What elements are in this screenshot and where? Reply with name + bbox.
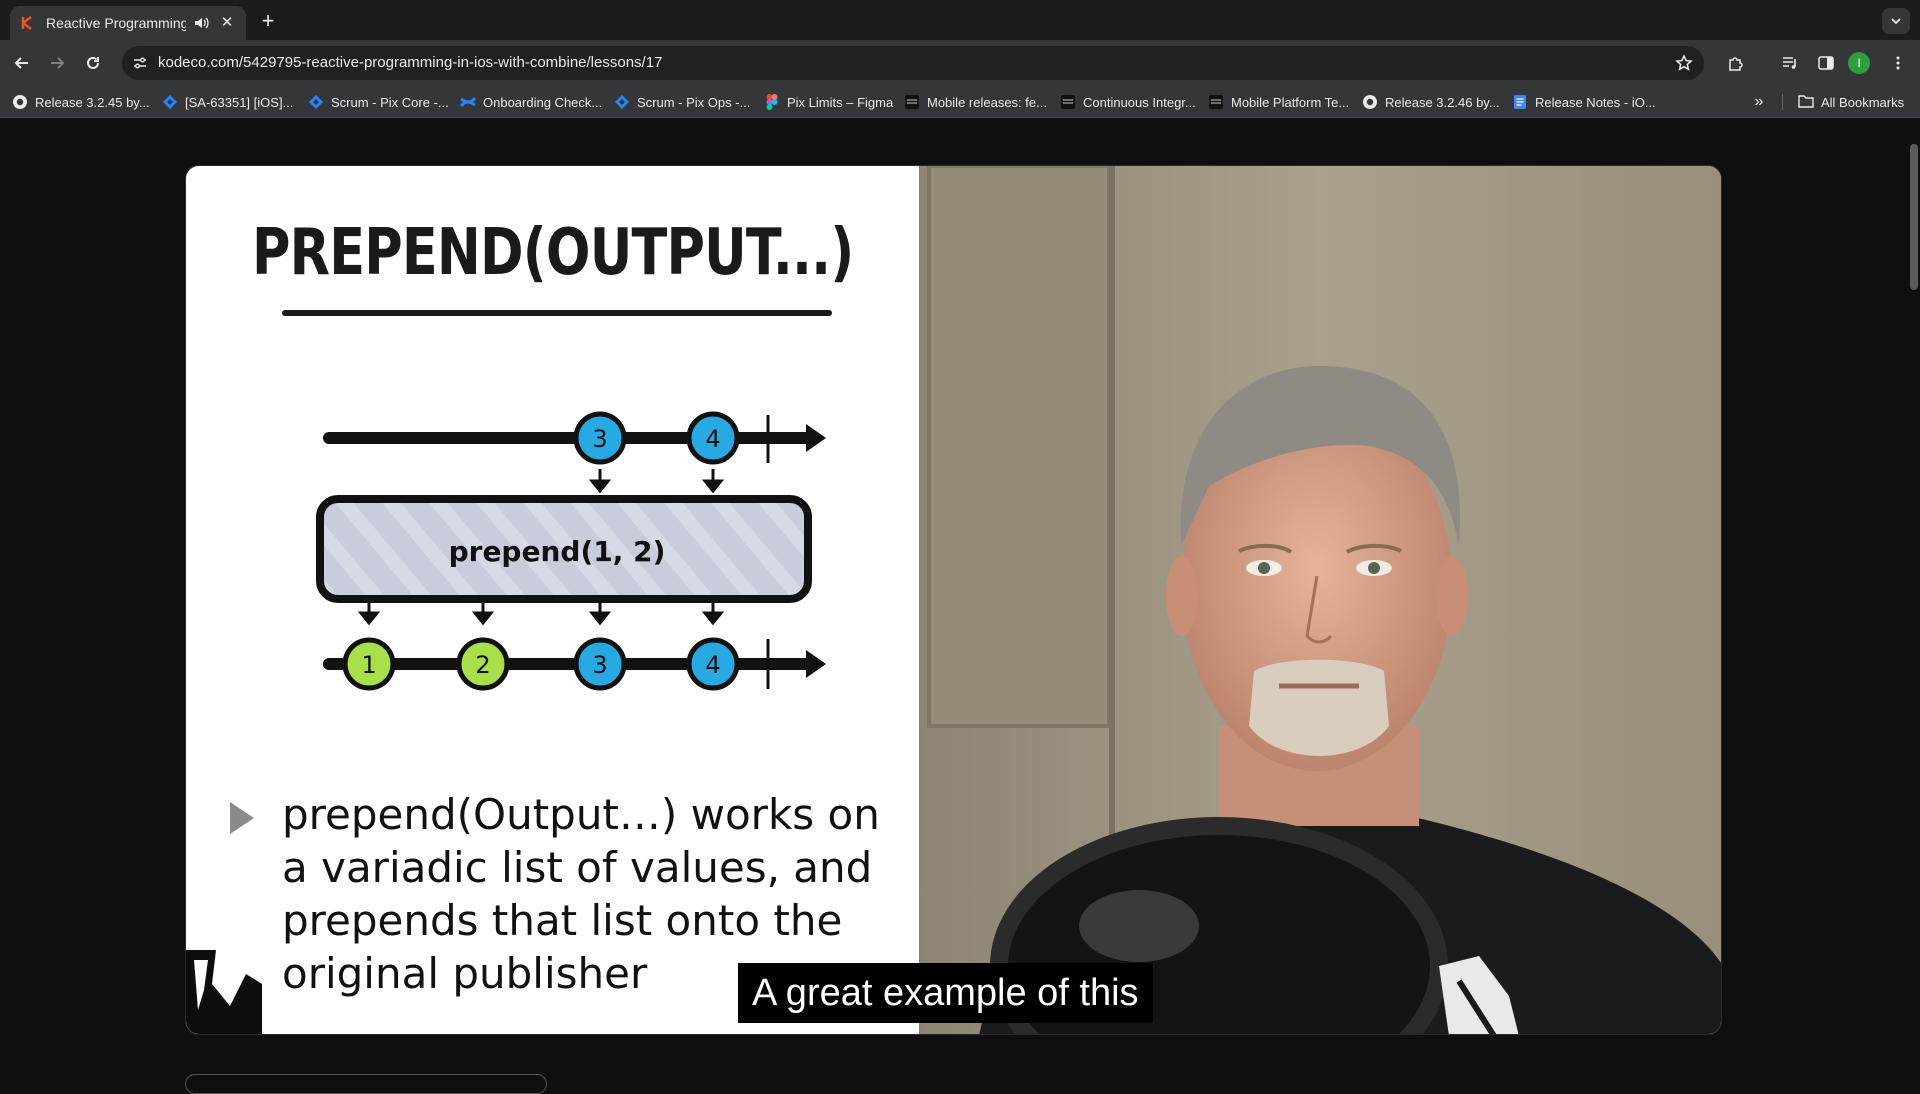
reload-icon	[87, 56, 99, 69]
menu-button[interactable]	[1884, 49, 1912, 77]
bookmarks-bar: Release 3.2.45 by... [SA-63351] [iOS]...…	[0, 86, 1920, 118]
page-scrollbar[interactable]	[1906, 118, 1920, 1080]
media-controls-button[interactable]	[1776, 49, 1804, 77]
bookmark-label: Mobile releases: fe...	[927, 94, 1047, 110]
svg-text:3: 3	[592, 425, 607, 453]
address-bar[interactable]: kodeco.com/5429795-reactive-programming-…	[122, 46, 1704, 80]
video-caption: A great example of this	[738, 963, 1153, 1023]
bookmark-item[interactable]: Release 3.2.45 by...	[12, 92, 150, 112]
site-settings-icon[interactable]	[128, 51, 152, 75]
bookmark-star-icon[interactable]	[1672, 51, 1696, 75]
reload-button[interactable]	[79, 49, 107, 77]
svg-text:4: 4	[705, 651, 720, 679]
docs-icon	[1512, 94, 1528, 110]
forward-button[interactable]	[43, 49, 71, 77]
bookmark-label: Pix Limits – Figma	[787, 94, 894, 110]
speaker-icon[interactable]	[192, 14, 210, 32]
bookmark-label: Mobile Platform Te...	[1231, 94, 1350, 110]
svg-text:4: 4	[705, 425, 720, 453]
folder-icon	[1798, 94, 1814, 110]
svg-text:3: 3	[592, 651, 607, 679]
bookmark-label: Scrum - Pix Core -...	[331, 94, 449, 110]
timeline-arrowhead	[806, 424, 826, 452]
below-video-panel	[185, 1074, 547, 1094]
browser-toolbar: kodeco.com/5429795-reactive-programming-…	[0, 40, 1920, 86]
source-marble-4: 4	[686, 411, 740, 465]
bookmark-label: Release 3.2.45 by...	[35, 94, 150, 110]
back-arrow-icon	[14, 57, 28, 69]
output-marble-2: 2	[456, 637, 510, 691]
kebab-menu-icon	[1896, 56, 1900, 70]
bookmark-label: Onboarding Check...	[483, 94, 603, 110]
bookmarks-divider	[1782, 94, 1783, 110]
output-marble-1: 1	[342, 637, 396, 691]
slide-title: PREPEND(OUTPUT...)	[251, 216, 854, 290]
jira-icon	[308, 94, 324, 110]
output-arrows	[357, 603, 725, 626]
video-player[interactable]: PREPEND(OUTPUT...) 3 4 prepend(1, 2) 1 2…	[185, 165, 1722, 1035]
bookmark-label: Release Notes - iO...	[1535, 94, 1656, 110]
tab-strip: Reactive Programming in ✕ +	[0, 0, 1920, 40]
bookmark-label: [SA-63351] [iOS]...	[185, 94, 294, 110]
timeline-arrowhead	[806, 650, 826, 678]
all-bookmarks-label: All Bookmarks	[1821, 94, 1905, 110]
svg-text:2: 2	[475, 651, 490, 679]
kodeco-k-icon	[20, 15, 36, 31]
lesson-slide: PREPEND(OUTPUT...) 3 4 prepend(1, 2) 1 2…	[186, 166, 919, 1034]
more-bookmarks-button[interactable]: »	[1748, 92, 1770, 112]
bookmark-label: Continuous Integr...	[1083, 94, 1196, 110]
bookmark-item[interactable]: Continuous Integr...	[1060, 92, 1196, 112]
new-tab-button[interactable]: +	[254, 8, 282, 36]
bookmark-item[interactable]: Scrum - Pix Core -...	[308, 92, 449, 112]
input-arrows	[588, 469, 725, 494]
svg-text:1: 1	[361, 651, 376, 679]
side-panel-icon	[1818, 56, 1834, 70]
side-panel-button[interactable]	[1812, 49, 1840, 77]
marble-diagram: 3 4 prepend(1, 2) 1 2 3 4	[316, 411, 826, 691]
bullet-arrow-icon	[230, 802, 254, 834]
tab-title: Reactive Programming in	[46, 15, 186, 31]
figma-icon	[764, 94, 780, 110]
bookmark-item[interactable]: Mobile Platform Te...	[1208, 92, 1349, 112]
scrollbar-thumb[interactable]	[1910, 144, 1918, 290]
app-icon	[1060, 94, 1076, 110]
kodeco-logo-mark	[186, 950, 262, 1034]
bookmark-item[interactable]: Release 3.2.46 by...	[1362, 92, 1500, 112]
chevron-down-icon	[1891, 18, 1901, 25]
jira-icon	[614, 94, 630, 110]
github-icon	[1362, 94, 1378, 110]
forward-arrow-icon	[51, 57, 65, 69]
extensions-button[interactable]	[1722, 49, 1750, 77]
github-icon	[12, 94, 28, 110]
bookmark-item[interactable]: Scrum - Pix Ops -...	[614, 92, 750, 112]
bookmark-label: Scrum - Pix Ops -...	[637, 94, 751, 110]
bookmark-item[interactable]: Release Notes - iO...	[1512, 92, 1656, 112]
bookmark-item[interactable]: [SA-63351] [iOS]...	[162, 92, 293, 112]
source-marble-3: 3	[573, 411, 627, 465]
close-tab-icon[interactable]: ✕	[218, 14, 236, 32]
output-marble-3: 3	[573, 637, 627, 691]
puzzle-icon	[1729, 57, 1743, 71]
presenter-camera-feed	[919, 166, 1721, 1034]
tab-search-button[interactable]	[1882, 8, 1910, 34]
operator-label: prepend(1, 2)	[449, 535, 666, 568]
output-marble-4: 4	[686, 637, 740, 691]
bookmark-item[interactable]: Mobile releases: fe...	[904, 92, 1047, 112]
all-bookmarks-button[interactable]: All Bookmarks	[1798, 92, 1904, 112]
confluence-icon	[460, 94, 476, 110]
bookmark-item[interactable]: Onboarding Check...	[460, 92, 602, 112]
title-underline	[282, 310, 832, 316]
browser-tab[interactable]: Reactive Programming in ✕	[10, 6, 246, 40]
url-text: kodeco.com/5429795-reactive-programming-…	[158, 54, 663, 71]
back-button[interactable]	[8, 49, 36, 77]
app-icon	[904, 94, 920, 110]
bookmark-label: Release 3.2.46 by...	[1385, 94, 1500, 110]
media-queue-icon	[1783, 57, 1796, 69]
bookmark-item[interactable]: Pix Limits – Figma	[764, 92, 893, 112]
app-icon	[1208, 94, 1224, 110]
jira-icon	[162, 94, 178, 110]
profile-avatar[interactable]: I	[1848, 52, 1870, 74]
